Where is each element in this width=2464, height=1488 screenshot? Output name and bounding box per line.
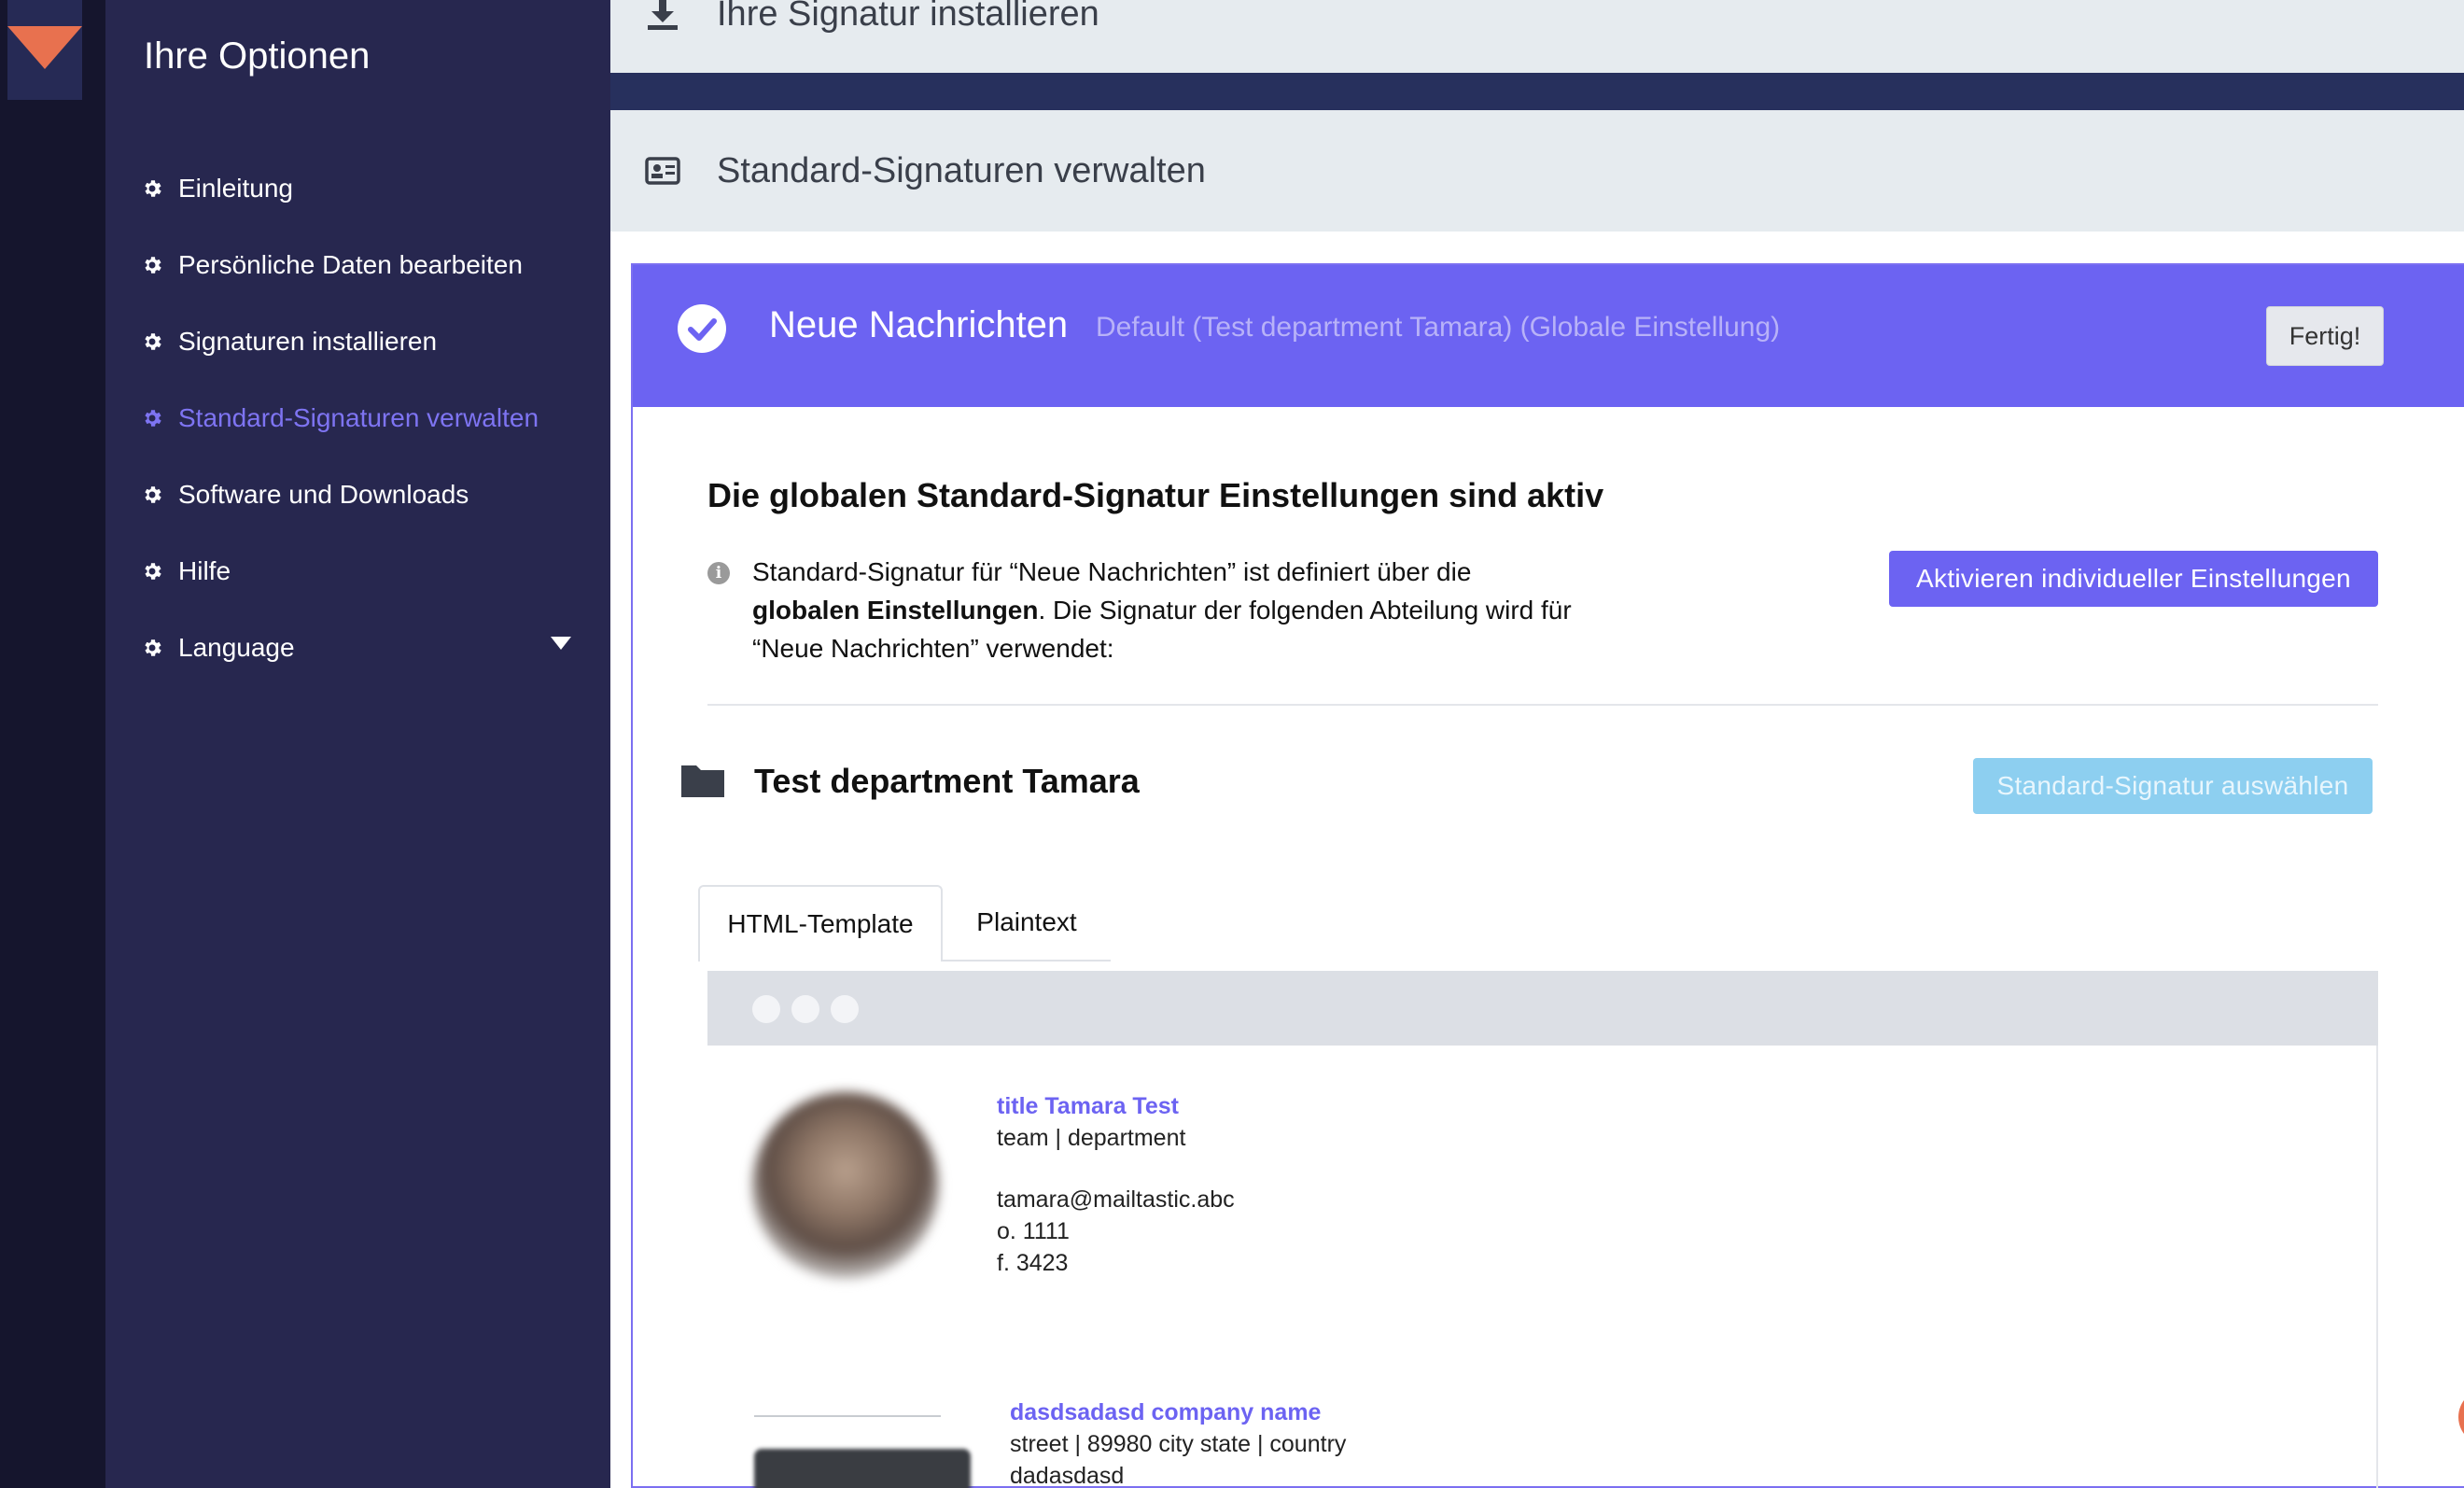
gear-icon (145, 486, 161, 503)
download-icon (648, 0, 678, 30)
window-dot-icon (752, 995, 780, 1023)
signature-extra: dadasdasd (1010, 1463, 1125, 1488)
main-content: Ihre Signatur installieren Standard-Sign… (610, 0, 2464, 1488)
preview-window-bar (707, 971, 2378, 1046)
info-icon: i (707, 562, 730, 584)
panel-subtitle: Default (Test department Tamara) (Global… (1096, 312, 1781, 343)
folder-icon (681, 765, 724, 797)
sidebar: Ihre Optionen Einleitung Persönliche Dat… (105, 0, 610, 1488)
signature-fax: f. 3423 (997, 1250, 1069, 1276)
sidebar-item-persoenliche-daten[interactable]: Persönliche Daten bearbeiten (141, 246, 523, 284)
section-manage-label: Standard-Signaturen verwalten (717, 151, 1206, 190)
signature-team: team | department (997, 1125, 1186, 1151)
gear-icon (145, 639, 161, 656)
sidebar-item-label: Language (178, 633, 295, 662)
department-title: Test department Tamara (754, 762, 1140, 800)
info-text: Standard-Signatur für “Neue Nachrichten”… (752, 553, 1648, 667)
signature-name: title Tamara Test (997, 1093, 1179, 1119)
signature-person-block: title Tamara Test team | department tama… (997, 1090, 1235, 1279)
sidebar-item-hilfe[interactable]: Hilfe (141, 553, 231, 590)
gear-icon (145, 563, 161, 580)
tab-plaintext[interactable]: Plaintext (943, 885, 1111, 962)
app-rail (0, 0, 105, 1488)
signature-preview: title Tamara Test team | department tama… (707, 971, 2378, 1488)
signature-panel: Neue Nachrichten Default (Test departmen… (631, 263, 2464, 1488)
status-headline: Die globalen Standard-Signatur Einstellu… (707, 476, 1604, 514)
signature-office: o. 1111 (997, 1218, 1070, 1244)
sidebar-title: Ihre Optionen (144, 35, 371, 77)
signature-email: tamara@mailtastic.abc (997, 1186, 1235, 1213)
panel-header[interactable]: Neue Nachrichten Default (Test departmen… (633, 265, 2464, 407)
signature-address: street | 89980 city state | country (1010, 1431, 1347, 1457)
logo-triangle-icon (7, 26, 82, 69)
gear-icon (145, 257, 161, 274)
avatar (752, 1092, 939, 1279)
gear-icon (145, 180, 161, 197)
sidebar-item-label: Signaturen installieren (178, 327, 438, 356)
tab-html-template[interactable]: HTML-Template (698, 885, 943, 962)
signature-separator (754, 1415, 941, 1417)
sidebar-item-signaturen-installieren[interactable]: Signaturen installieren (141, 323, 437, 360)
section-divider (610, 73, 2464, 110)
sidebar-item-standard-signaturen[interactable]: Standard-Signaturen verwalten (141, 400, 539, 437)
sidebar-item-label: Hilfe (178, 556, 231, 585)
activate-individual-button[interactable]: Aktivieren individueller Einstellungen (1889, 551, 2378, 607)
sidebar-item-label: Einleitung (178, 174, 293, 203)
signature-company: dasdsadasd company name (1010, 1399, 1322, 1425)
divider (707, 704, 2378, 706)
sidebar-item-label: Software und Downloads (178, 480, 469, 509)
gear-icon (145, 333, 161, 350)
sidebar-item-einleitung[interactable]: Einleitung (141, 170, 293, 207)
section-manage-header[interactable]: Standard-Signaturen verwalten (610, 110, 2464, 232)
chevron-down-icon[interactable] (551, 637, 571, 650)
company-logo: </> (754, 1449, 971, 1488)
info-text-part1: Standard-Signatur für “Neue Nachrichten”… (752, 557, 1472, 586)
window-dot-icon (831, 995, 859, 1023)
sidebar-item-label: Persönliche Daten bearbeiten (178, 250, 523, 279)
sidebar-item-label: Standard-Signaturen verwalten (178, 403, 539, 432)
sidebar-item-software[interactable]: Software und Downloads (141, 476, 469, 513)
select-default-signature-button[interactable]: Standard-Signatur auswählen (1973, 758, 2373, 814)
gear-icon (145, 410, 161, 427)
done-button[interactable]: Fertig! (2266, 306, 2384, 366)
section-install-header[interactable]: Ihre Signatur installieren (610, 0, 2464, 73)
id-card-icon (645, 157, 680, 185)
app-logo[interactable] (7, 0, 82, 100)
panel-title: Neue Nachrichten (769, 304, 1069, 345)
check-circle-icon (678, 304, 726, 353)
signature-company-block: dasdsadasd company name street | 89980 c… (1010, 1397, 1346, 1488)
window-dot-icon (791, 995, 819, 1023)
section-install-label: Ihre Signatur installieren (717, 0, 1099, 34)
sidebar-item-language[interactable]: Language (141, 629, 295, 667)
info-text-bold: globalen Einstellungen (752, 596, 1039, 625)
